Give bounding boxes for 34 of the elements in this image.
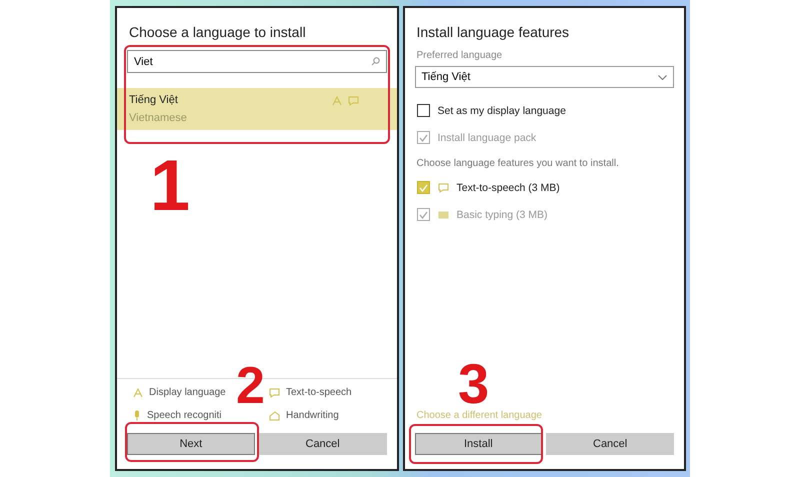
step-number: 1 bbox=[150, 150, 190, 222]
language-name: Tiếng Việt bbox=[129, 94, 179, 106]
search-field[interactable]: Viet bbox=[127, 50, 386, 73]
checkbox-label: Basic typing (3 MB) bbox=[456, 208, 548, 220]
dialog-button[interactable]: Install bbox=[414, 433, 542, 455]
panel-title: Choose a language to install bbox=[129, 24, 307, 40]
dialog-button[interactable]: Cancel bbox=[258, 433, 386, 455]
checkbox-label: Install language pack bbox=[438, 132, 536, 144]
checkbox-label: Text-to-speech (3 MB) bbox=[456, 182, 560, 194]
feature-label: Handwriting bbox=[286, 410, 339, 421]
feature-label: Text-to-speech bbox=[286, 387, 352, 398]
search-icon bbox=[370, 57, 380, 66]
checkbox-label: Set as my display language bbox=[438, 104, 566, 116]
chevron-down-icon bbox=[658, 74, 667, 80]
microphone-icon bbox=[133, 410, 141, 421]
checkbox[interactable] bbox=[416, 181, 430, 194]
section-heading: Choose language features you want to install. bbox=[416, 158, 620, 169]
checkbox[interactable] bbox=[416, 104, 430, 117]
speech-bubble-icon bbox=[269, 388, 280, 398]
feature-label: Speech recogniti bbox=[147, 410, 222, 421]
panel-title: Install language features bbox=[416, 24, 570, 40]
dialog-button[interactable]: Cancel bbox=[546, 433, 674, 455]
dialog-button[interactable]: Next bbox=[127, 433, 255, 455]
language-dropdown[interactable]: Tiếng Việt bbox=[414, 66, 674, 88]
step-number: 3 bbox=[458, 356, 490, 412]
language-icon bbox=[133, 388, 143, 398]
language-subtitle: Vietnamese bbox=[129, 112, 187, 124]
step-number: 2 bbox=[236, 360, 265, 412]
language-icon bbox=[332, 96, 342, 106]
speech-bubble-icon bbox=[438, 182, 448, 192]
field-label: Preferred language bbox=[416, 50, 504, 61]
feature-label: Display language bbox=[149, 387, 226, 398]
language-item[interactable]: Tiếng Việt Vietnamese bbox=[117, 88, 396, 130]
speech-bubble-icon bbox=[348, 96, 358, 106]
